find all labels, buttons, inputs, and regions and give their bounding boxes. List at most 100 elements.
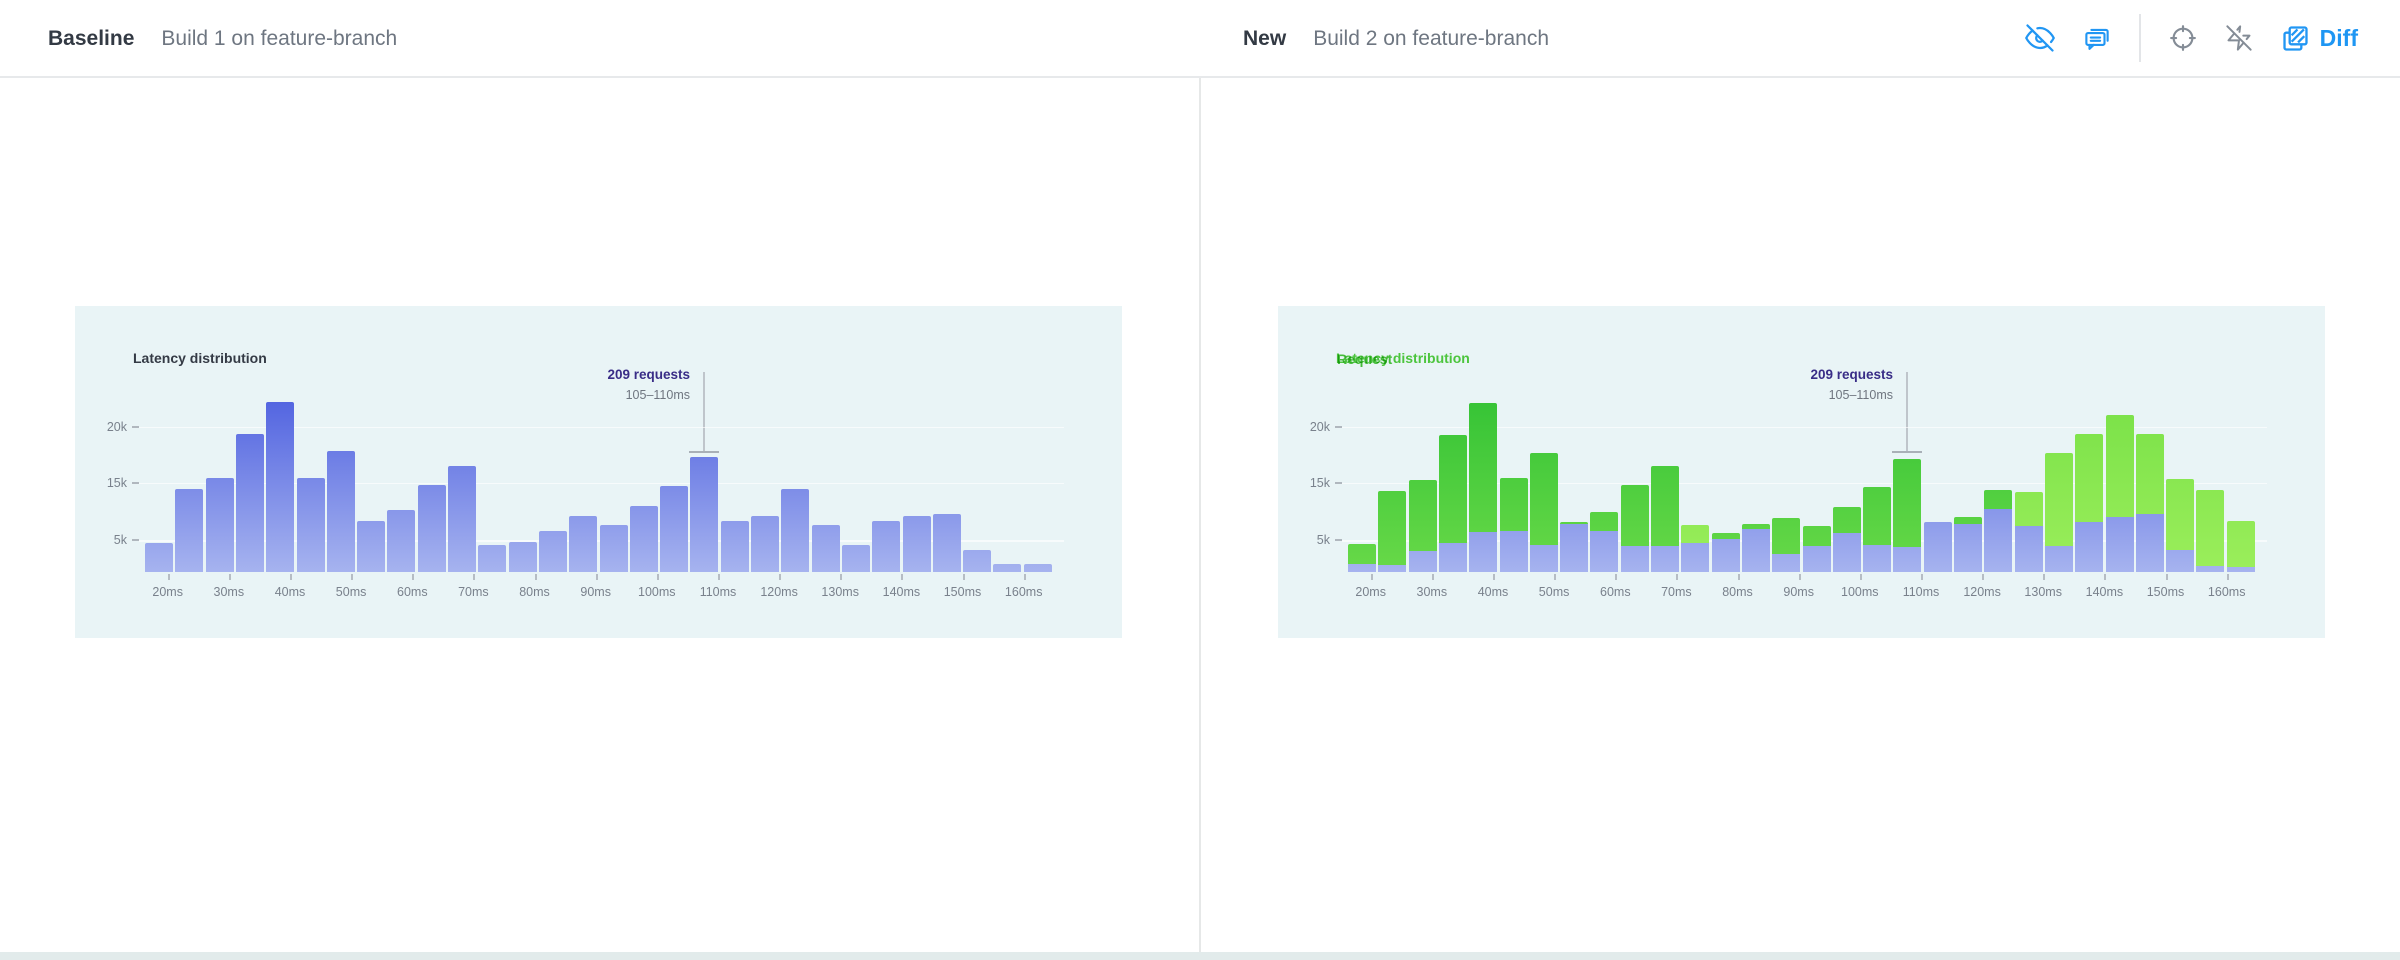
y-axis-tick <box>1335 539 1342 541</box>
histogram-bar <box>600 525 628 572</box>
crosshair-button[interactable] <box>2168 23 2198 53</box>
diff-bar-changed <box>2166 479 2194 572</box>
chart-title-diff: LatencyRequest distribution <box>1336 350 1470 366</box>
histogram-bar <box>478 545 506 572</box>
x-tick-label: 20ms <box>136 585 200 599</box>
histogram-bar <box>327 451 355 572</box>
diff-bar-changed <box>2106 415 2134 572</box>
x-axis-tick <box>901 574 903 580</box>
x-axis-tick <box>473 574 475 580</box>
diff-bar-unchanged-region <box>1530 545 1558 572</box>
diff-bar-changed <box>1590 512 1618 572</box>
histogram-bar <box>387 510 415 572</box>
x-axis-tick <box>290 574 292 580</box>
x-axis-tick <box>2043 574 2045 580</box>
y-axis-tick <box>1335 426 1342 428</box>
annotation: 209 requests 105–110ms <box>607 366 690 403</box>
x-axis-tick <box>1799 574 1801 580</box>
annotation-pointer-line <box>703 372 705 451</box>
histogram-bar <box>812 525 840 572</box>
x-axis-tick <box>1554 574 1556 580</box>
x-axis-tick <box>963 574 965 580</box>
x-axis-tick <box>229 574 231 580</box>
x-tick-label: 90ms <box>564 585 628 599</box>
new-build-label: Build 2 on feature-branch <box>1313 27 1549 51</box>
annotation-range: 105–110ms <box>1810 387 1893 403</box>
histogram-bar <box>509 542 537 572</box>
diff-bar-unchanged-region <box>2106 517 2134 572</box>
diff-bar-changed <box>1439 435 1467 572</box>
x-axis-tick <box>1615 574 1617 580</box>
x-tick-label: 110ms <box>686 585 750 599</box>
diff-bar-changed <box>1712 533 1740 572</box>
x-axis-tick <box>2166 574 2168 580</box>
x-tick-label: 20ms <box>1339 585 1403 599</box>
histogram-bar <box>175 489 203 572</box>
diff-bar-changed <box>1984 490 2012 572</box>
diff-bar-unchanged-region <box>1984 509 2012 572</box>
x-axis-tick <box>2227 574 2229 580</box>
diff-bar-unchanged-region <box>1621 546 1649 572</box>
histogram-bar <box>872 521 900 572</box>
diff-bar-unchanged-region <box>2015 526 2043 572</box>
new-label: New <box>1243 27 1286 51</box>
pane-divider <box>1199 78 1201 952</box>
y-axis-tick <box>132 426 139 428</box>
x-tick-label: 100ms <box>1828 585 1892 599</box>
x-axis-tick <box>718 574 720 580</box>
x-tick-label: 30ms <box>197 585 261 599</box>
diff-bar-unchanged-region <box>1803 546 1831 572</box>
x-axis-tick <box>168 574 170 580</box>
comments-icon <box>2082 23 2112 53</box>
x-axis-tick <box>351 574 353 580</box>
new-header-group: New Build 2 on feature-branch <box>1243 27 1549 51</box>
diff-toggle-button[interactable]: Diff <box>2280 23 2358 54</box>
y-tick-label: 15k <box>79 474 127 492</box>
histogram-bar <box>630 506 658 572</box>
comments-button[interactable] <box>2082 23 2112 53</box>
title-suffix: distribution <box>1393 350 1470 366</box>
lightning-slash-icon <box>2225 24 2253 52</box>
histogram-bar <box>448 466 476 572</box>
new-chart-card: LatencyRequest distribution 209 requests… <box>1278 306 2325 638</box>
diff-bar-unchanged-region <box>1348 564 1376 572</box>
y-tick-label: 15k <box>1282 474 1330 492</box>
diff-bar-changed <box>2136 434 2164 572</box>
diff-bar-changed <box>1348 544 1376 572</box>
diff-bar-unchanged-region <box>2136 514 2164 572</box>
diff-bar-unchanged-region <box>1409 551 1437 572</box>
x-tick-label: 160ms <box>992 585 1056 599</box>
histogram-bar <box>569 516 597 572</box>
x-tick-label: 100ms <box>625 585 689 599</box>
x-tick-label: 130ms <box>2011 585 2075 599</box>
y-tick-label: 20k <box>1282 418 1330 436</box>
histogram-bar <box>145 543 173 572</box>
lightning-button[interactable] <box>2225 24 2253 52</box>
diff-bar-unchanged-region <box>2196 566 2224 572</box>
x-tick-label: 40ms <box>1461 585 1525 599</box>
diff-bar-unchanged-region <box>1833 533 1861 572</box>
x-axis-tick <box>1676 574 1678 580</box>
x-tick-label: 110ms <box>1889 585 1953 599</box>
x-axis-tick <box>1371 574 1373 580</box>
diff-bar-changed <box>1954 517 1982 572</box>
x-axis-tick <box>412 574 414 580</box>
diff-overlay-icon <box>2280 23 2311 54</box>
x-axis-tick <box>596 574 598 580</box>
diff-bar-changed <box>1893 459 1921 572</box>
diff-bar-changed <box>1378 491 1406 572</box>
histogram-bar <box>539 531 567 572</box>
toolbar-divider <box>2139 14 2141 62</box>
x-tick-label: 40ms <box>258 585 322 599</box>
diff-bar-changed <box>1469 403 1497 572</box>
x-tick-label: 120ms <box>1950 585 2014 599</box>
x-axis-tick <box>657 574 659 580</box>
histogram-bar <box>842 545 870 572</box>
annotation-range: 105–110ms <box>607 387 690 403</box>
histogram-bar <box>236 434 264 572</box>
histogram-bar <box>690 457 718 572</box>
diff-bar-unchanged-region <box>1469 532 1497 572</box>
hide-button[interactable] <box>2025 23 2055 53</box>
diff-bar-changed <box>2227 521 2255 572</box>
chart-title: Latency distribution <box>133 350 267 366</box>
